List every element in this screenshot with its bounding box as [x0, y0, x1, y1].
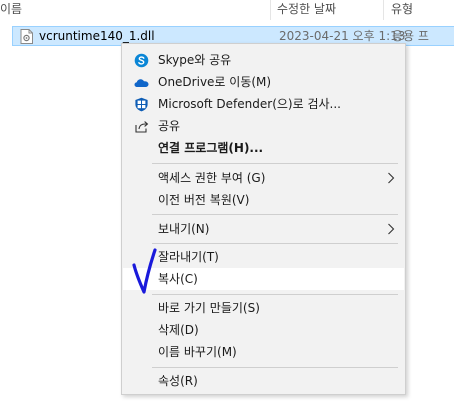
menu-item-open-with[interactable]: 연결 프로그램(H)... — [123, 137, 404, 159]
chevron-right-icon — [388, 223, 395, 235]
dll-file-icon — [20, 29, 33, 44]
defender-shield-icon — [135, 97, 148, 112]
menu-item-send-to[interactable]: 보내기(N) — [123, 218, 404, 240]
onedrive-cloud-icon — [134, 79, 149, 87]
menu-item-label: 공유 — [158, 119, 181, 133]
menu-item-label: Skype와 공유 — [158, 53, 232, 67]
menu-item-label: 복사(C) — [158, 272, 198, 286]
menu-item-label: 보내기(N) — [158, 222, 210, 236]
menu-item-label: 연결 프로그램(H)... — [158, 141, 264, 155]
menu-separator — [152, 243, 398, 244]
column-name[interactable]: 이름 — [0, 0, 270, 20]
menu-item-cut[interactable]: 잘라내기(T) — [123, 246, 404, 268]
menu-item-label: 액세스 권한 부여 (G) — [158, 171, 266, 185]
column-header: 이름 수정한 날짜 유형 — [0, 0, 454, 20]
menu-item-skype-share[interactable]: Skype와 공유 — [123, 49, 404, 71]
menu-item-label: 잘라내기(T) — [158, 250, 219, 264]
column-separator[interactable] — [270, 0, 271, 20]
menu-item-copy[interactable]: 복사(C) — [123, 268, 404, 290]
menu-item-label: 삭제(D) — [158, 323, 199, 337]
menu-item-rename[interactable]: 이름 바꾸기(M) — [123, 341, 404, 363]
column-separator[interactable] — [383, 0, 384, 20]
menu-item-label: Microsoft Defender(으)로 검사... — [158, 97, 341, 111]
menu-item-delete[interactable]: 삭제(D) — [123, 319, 404, 341]
context-menu: Skype와 공유 OneDrive로 이동(M) Microsoft Defe… — [121, 43, 406, 395]
column-modified[interactable]: 수정한 날짜 — [277, 0, 377, 20]
share-icon — [135, 121, 149, 133]
menu-item-label: 바로 가기 만들기(S) — [158, 301, 260, 315]
hand-drawn-check-mark-icon — [132, 248, 157, 294]
menu-item-defender-scan[interactable]: Microsoft Defender(으)로 검사... — [123, 93, 404, 115]
menu-separator — [152, 367, 398, 368]
menu-item-onedrive[interactable]: OneDrive로 이동(M) — [123, 71, 404, 93]
menu-item-label: 속성(R) — [158, 374, 198, 388]
menu-item-label: OneDrive로 이동(M) — [158, 75, 272, 89]
menu-item-share[interactable]: 공유 — [123, 115, 404, 137]
menu-item-restore-previous[interactable]: 이전 버전 복원(V) — [123, 189, 404, 211]
chevron-right-icon — [388, 172, 395, 184]
menu-item-create-shortcut[interactable]: 바로 가기 만들기(S) — [123, 297, 404, 319]
menu-separator — [152, 163, 398, 164]
menu-item-grant-access[interactable]: 액세스 권한 부여 (G) — [123, 167, 404, 189]
column-type[interactable]: 유형 — [391, 0, 451, 20]
menu-item-label: 이전 버전 복원(V) — [158, 193, 250, 207]
menu-separator — [152, 294, 398, 295]
menu-item-properties[interactable]: 속성(R) — [123, 370, 404, 392]
menu-item-label: 이름 바꾸기(M) — [158, 345, 237, 359]
skype-icon — [134, 53, 149, 68]
menu-separator — [152, 214, 398, 215]
